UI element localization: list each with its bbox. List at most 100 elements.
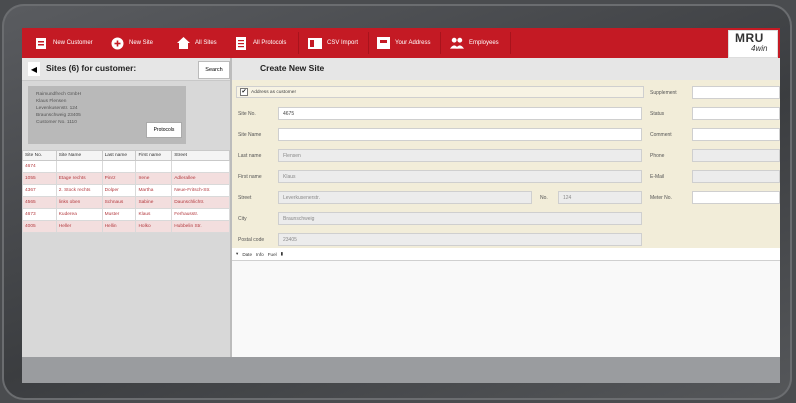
table-cell	[55, 160, 103, 173]
table-cell: links oben	[55, 196, 103, 209]
address-card-icon	[376, 36, 390, 50]
sites-panel: ◀ Sites (6) for customer: Search Raimund…	[22, 58, 230, 357]
column-header[interactable]: Site No.	[22, 150, 57, 161]
table-row[interactable]: 4565 links oben Schnaus Sabine Daunschlichtr…	[22, 196, 230, 209]
table-cell	[171, 160, 230, 173]
protocols-button[interactable]: Protocols	[146, 122, 182, 138]
table-cell: Holko	[135, 220, 173, 233]
detail-area	[232, 261, 780, 357]
table-cell: Hellin	[101, 220, 137, 233]
meter-no-field[interactable]	[692, 191, 780, 204]
new-customer-label: New Customer	[53, 40, 93, 46]
customer-line: Customer No. 1110	[36, 120, 77, 125]
last-name-field[interactable]: Flensen	[278, 149, 642, 162]
table-cell: Neue-Fritsch-Str.	[171, 184, 230, 197]
site-no-field[interactable]: 4675	[278, 107, 642, 120]
tab-info[interactable]: Info	[256, 252, 264, 257]
create-site-panel: Create New Site ✔ Address as customer Si…	[232, 58, 780, 357]
city-label: City	[238, 216, 247, 222]
search-button[interactable]: Search	[198, 61, 230, 79]
table-row[interactable]: 4005 Heller Hellin Holko Hubbelin Str.	[22, 220, 230, 233]
create-site-title: Create New Site	[260, 63, 325, 73]
comment-label: Comment	[650, 132, 672, 138]
street-field[interactable]: Leverkusenerstr.	[278, 191, 532, 204]
app-logo: MRU 4win	[728, 30, 778, 58]
phone-field[interactable]	[692, 149, 780, 162]
customer-line: Raimundfrech GmbH	[36, 92, 82, 97]
csv-import-label: CSV Import	[327, 40, 359, 46]
table-cell: Etage rechts	[55, 172, 103, 185]
logo-text-main: MRU	[735, 31, 764, 45]
postal-code-label: Postal code	[238, 237, 265, 243]
column-header[interactable]: First name	[135, 150, 173, 161]
tab-date[interactable]: Date	[242, 252, 252, 257]
employees-button[interactable]: Employees	[450, 34, 499, 52]
last-name-label: Last name	[238, 153, 262, 159]
csv-import-button[interactable]: CSV Import	[308, 34, 358, 52]
customer-line: Klaus Flensen	[36, 99, 67, 104]
address-as-customer-label: Address as customer	[251, 89, 297, 95]
postal-code-field[interactable]: 23405	[278, 233, 642, 246]
sites-table: Site No. Site Name Last name First name …	[22, 150, 230, 233]
document-icon	[234, 36, 248, 50]
table-cell: 4367	[22, 184, 57, 197]
app-window: New Customer New Site All Sites All Prot…	[22, 28, 780, 383]
site-name-field[interactable]	[278, 128, 642, 141]
all-sites-button[interactable]: All Sites	[176, 34, 217, 52]
new-site-label: New Site	[129, 40, 154, 46]
status-label: Status	[650, 111, 665, 117]
table-cell	[101, 160, 137, 173]
column-header[interactable]: Last name	[101, 150, 137, 161]
meter-no-label: Meter No.	[650, 195, 672, 201]
sites-panel-header: ◀ Sites (6) for customer: Search	[22, 58, 230, 81]
table-cell: Klaus	[135, 208, 173, 221]
table-cell: 2. Stock rechts	[55, 184, 103, 197]
customer-info-box: Raimundfrech GmbH Klaus Flensen Levenkus…	[28, 86, 186, 144]
customer-line: Levenkusenstr. 124	[36, 106, 78, 111]
table-cell: Kuderea	[55, 208, 103, 221]
sites-title: Sites (6) for customer:	[46, 63, 137, 73]
all-protocols-button[interactable]: All Protocols	[234, 34, 286, 52]
people-icon	[450, 36, 464, 50]
table-cell: 4005	[22, 220, 57, 233]
status-field[interactable]	[692, 107, 780, 120]
address-as-customer-checkbox[interactable]: ✔	[240, 88, 248, 96]
house-no-field[interactable]: 124	[558, 191, 642, 204]
first-name-field[interactable]: Klaus	[278, 170, 642, 183]
table-cell: 4673	[22, 208, 57, 221]
table-cell: Adlerallee	[171, 172, 230, 185]
plus-circle-icon	[110, 36, 124, 50]
table-cell: Pinrz	[101, 172, 137, 185]
tab-fuel[interactable]: Fuel	[268, 252, 277, 257]
your-address-label: Your Address	[395, 40, 431, 46]
table-cell: Hubbelin Str.	[171, 220, 230, 233]
status-bar	[22, 357, 780, 383]
home-icon	[176, 36, 190, 50]
chevron-left-icon: ◀	[30, 64, 38, 74]
column-header[interactable]: Site Name	[55, 150, 103, 161]
table-row[interactable]: 4367 2. Stock rechts Dolper Martha Neue-Frit…	[22, 184, 230, 197]
house-no-label: No.	[540, 195, 548, 201]
main-toolbar: New Customer New Site All Sites All Prot…	[22, 28, 780, 58]
table-row[interactable]: 4673 Kuderea Muster Klaus Ferhausstr.	[22, 208, 230, 221]
your-address-button[interactable]: Your Address	[376, 34, 430, 52]
supplement-field[interactable]	[692, 86, 780, 99]
column-header[interactable]: Street	[171, 150, 230, 161]
city-field[interactable]: Braunschweig	[278, 212, 642, 225]
table-cell: 4565	[22, 196, 57, 209]
address-as-customer-row[interactable]: ✔ Address as customer	[236, 86, 644, 98]
new-customer-icon	[34, 36, 48, 50]
table-row[interactable]: 4674	[22, 160, 230, 173]
new-site-button[interactable]: New Site	[110, 34, 153, 52]
collapse-icon[interactable]: ▾	[236, 251, 238, 257]
table-cell: Sabine	[135, 196, 173, 209]
table-cell: Martha	[135, 184, 173, 197]
back-button[interactable]: ◀	[28, 62, 40, 76]
comment-field[interactable]	[692, 128, 780, 141]
import-icon	[308, 36, 322, 50]
email-field[interactable]	[692, 170, 780, 183]
marker-icon: ▮	[280, 251, 284, 256]
employees-label: Employees	[469, 40, 499, 46]
table-row[interactable]: 1055 Etage rechts Pinrz Irene Adlerallee	[22, 172, 230, 185]
new-customer-button[interactable]: New Customer	[34, 34, 93, 52]
